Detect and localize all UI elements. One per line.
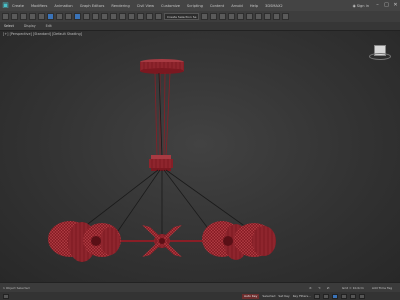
undo-icon[interactable]: [2, 13, 9, 20]
align-icon[interactable]: [210, 13, 218, 20]
pivot-icon[interactable]: [110, 13, 117, 20]
select-object-icon[interactable]: [47, 13, 54, 20]
sign-in-button[interactable]: ◉ Sign in: [353, 4, 369, 8]
scale-icon[interactable]: [92, 13, 99, 20]
percent-snap-icon[interactable]: [137, 13, 144, 20]
left-fan-cluster[interactable]: [48, 221, 121, 262]
add-time-tag-button[interactable]: Add Time Tag: [372, 286, 392, 290]
render-frame-icon[interactable]: [273, 13, 281, 20]
maximize-viewport-icon[interactable]: [358, 293, 365, 299]
menu-content[interactable]: Content: [210, 4, 224, 8]
render-icon[interactable]: [282, 13, 290, 20]
z-coord-label[interactable]: Z:: [327, 286, 330, 290]
menu-modifiers[interactable]: Modifiers: [31, 4, 47, 8]
maxscript-listener-icon[interactable]: [3, 293, 9, 299]
close-button[interactable]: ✕: [391, 1, 400, 10]
maximize-button[interactable]: □: [382, 1, 391, 10]
pan-icon[interactable]: [340, 293, 347, 299]
render-setup-icon[interactable]: [264, 13, 272, 20]
scene-explorer-icon[interactable]: [228, 13, 236, 20]
next-frame-icon[interactable]: [322, 293, 329, 299]
menu-help[interactable]: Help: [250, 4, 258, 8]
orbit-icon[interactable]: [349, 293, 356, 299]
chandelier-model[interactable]: [0, 31, 400, 282]
user-icon: ◉: [352, 3, 356, 8]
sign-in-label: Sign in: [356, 3, 369, 8]
set-key-button[interactable]: Set Key: [278, 294, 289, 298]
select-by-name-icon[interactable]: [56, 13, 63, 20]
zoom-icon[interactable]: [331, 293, 338, 299]
mirror-icon[interactable]: [201, 13, 209, 20]
auto-key-group: Auto Key Selected Set Key Key Filters...: [242, 293, 311, 299]
status-message: 1 Object Selected: [3, 286, 30, 290]
ceiling-canopy[interactable]: [140, 59, 184, 74]
menu-customize[interactable]: Customize: [161, 4, 180, 8]
menu-extra[interactable]: 3DSMAX2: [265, 4, 283, 8]
ribbon-tab-display[interactable]: Display: [24, 24, 36, 28]
placement-icon[interactable]: [101, 13, 108, 20]
redo-icon[interactable]: [11, 13, 18, 20]
y-coord-label[interactable]: Y:: [318, 286, 320, 290]
minimize-button[interactable]: –: [373, 1, 382, 10]
material-editor-icon[interactable]: [255, 13, 263, 20]
rotate-icon[interactable]: [83, 13, 90, 20]
named-selection-dropdown[interactable]: Create Selection Se: [164, 13, 200, 20]
suspension-rods: [154, 72, 171, 158]
menu-civil-view[interactable]: Civil View: [137, 4, 154, 8]
key-filters-button[interactable]: Key Filters...: [293, 294, 311, 298]
curve-editor-icon[interactable]: [237, 13, 245, 20]
play-icon[interactable]: [313, 293, 320, 299]
app-logo-icon: ▣: [2, 1, 9, 9]
grid-size-label: Grid = 10.0cm: [341, 286, 364, 290]
perspective-viewport[interactable]: [+] [Perspective] [Standard] [Default Sh…: [0, 31, 400, 282]
region-select-icon[interactable]: [65, 13, 72, 20]
ribbon-tabs: Select Display Edit: [0, 22, 400, 31]
unlink-icon[interactable]: [29, 13, 36, 20]
edit-named-selection-icon[interactable]: [155, 13, 162, 20]
schematic-view-icon[interactable]: [246, 13, 254, 20]
animation-controls: Auto Key Selected Set Key Key Filters...: [0, 292, 400, 300]
snap-icon[interactable]: [119, 13, 126, 20]
selected-dropdown[interactable]: Selected: [262, 294, 275, 298]
center-hub[interactable]: [149, 155, 173, 171]
menu-animation[interactable]: Animation: [54, 4, 72, 8]
main-toolbar: Create Selection Se: [0, 11, 400, 22]
coordinate-display: X: Y: Z:: [309, 286, 330, 290]
menu-arnold[interactable]: Arnold: [231, 4, 243, 8]
menu-graph-editors[interactable]: Graph Editors: [80, 4, 105, 8]
layers-icon[interactable]: [219, 13, 227, 20]
menu-scripting[interactable]: Scripting: [187, 4, 203, 8]
right-fan-cluster[interactable]: [202, 221, 276, 260]
ribbon-tab-edit[interactable]: Edit: [46, 24, 52, 28]
link-icon[interactable]: [20, 13, 27, 20]
bind-icon[interactable]: [38, 13, 45, 20]
move-icon[interactable]: [74, 13, 81, 20]
menu-create[interactable]: Create: [12, 4, 24, 8]
menu-rendering[interactable]: Rendering: [111, 4, 129, 8]
spinner-snap-icon[interactable]: [146, 13, 153, 20]
ribbon-tab-select[interactable]: Select: [4, 24, 14, 28]
auto-key-button[interactable]: Auto Key: [242, 293, 260, 299]
x-coord-label[interactable]: X:: [309, 286, 312, 290]
angle-snap-icon[interactable]: [128, 13, 135, 20]
